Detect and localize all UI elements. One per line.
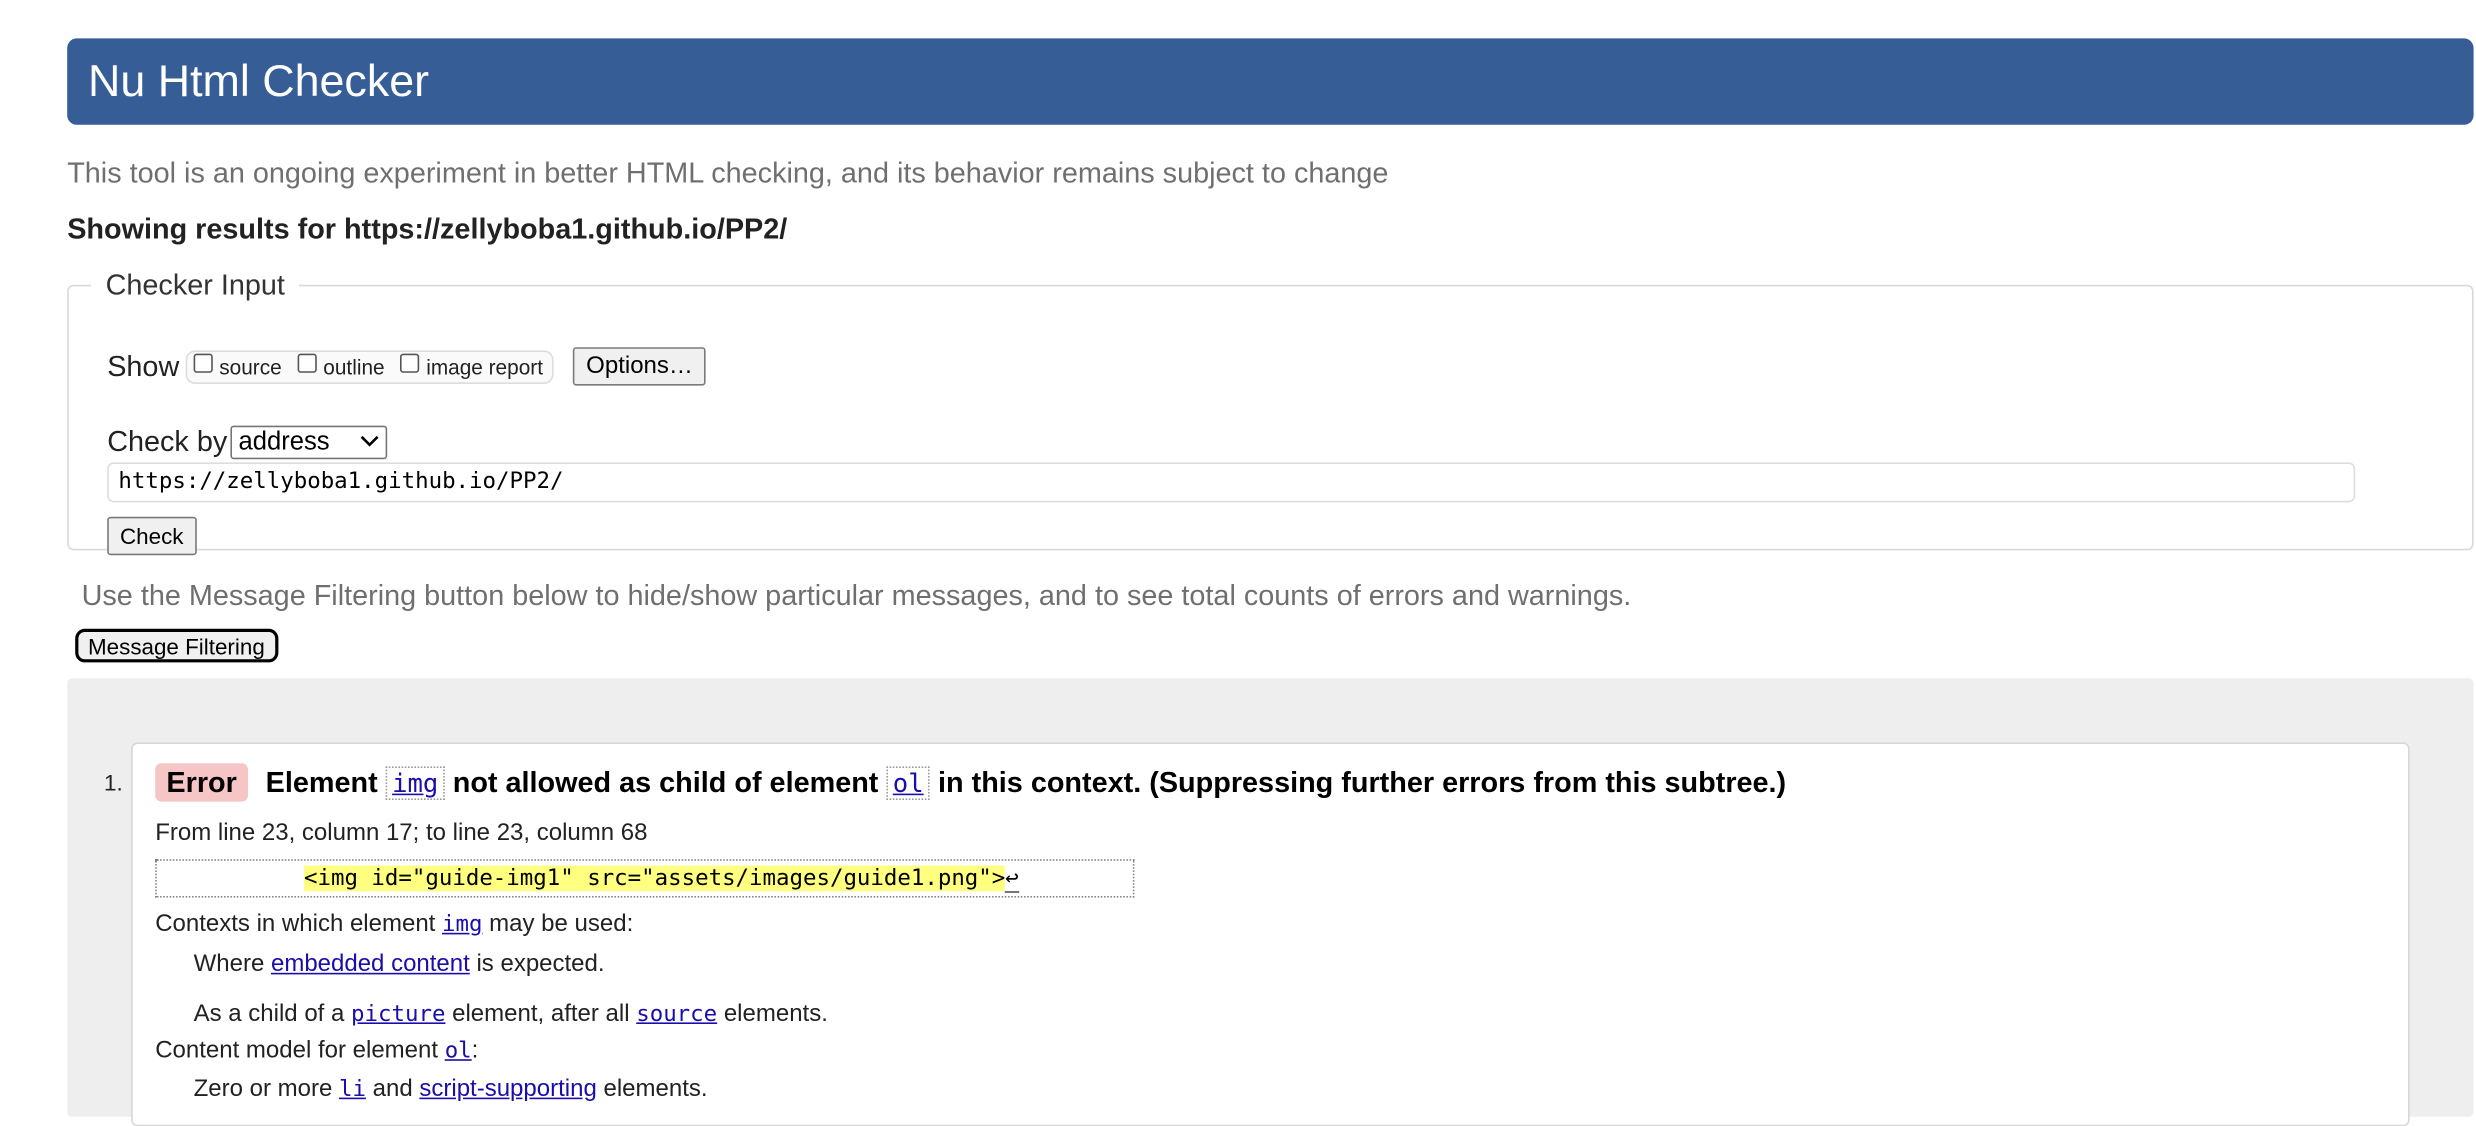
embedded-content-link[interactable]: embedded content [271, 950, 470, 977]
checkbox-label: outline [323, 354, 385, 379]
source-link[interactable]: source [636, 1002, 717, 1028]
check-button[interactable]: Check [107, 516, 197, 556]
li-link[interactable]: li [339, 1077, 366, 1103]
model-element-link[interactable]: ol [445, 1038, 472, 1064]
element-ol-link[interactable]: ol [886, 765, 931, 800]
check-by-row: Check by address [107, 425, 388, 460]
content-model-heading: Content model for element ol: [155, 1037, 478, 1064]
script-supporting-link[interactable]: script-supporting [419, 1075, 596, 1102]
url-input[interactable]: https://zellyboba1.github.io/PP2/ [107, 462, 2356, 503]
error-message: Error Element img not allowed as child o… [131, 742, 2410, 1126]
error-badge: Error [155, 763, 249, 802]
model-prefix: Content model for element [155, 1036, 439, 1064]
results-panel: 1. Error Element img not allowed as chil… [67, 678, 2474, 1126]
model-item-suffix: elements. [603, 1075, 708, 1103]
show-outline-checkbox[interactable]: outline [297, 353, 385, 379]
message-text: Element [265, 765, 378, 798]
code-extract-highlight: <img id="guide-img1" src="assets/images/… [304, 865, 1006, 892]
options-button[interactable]: Options… [573, 347, 706, 386]
context-suffix: elements. [723, 1000, 828, 1028]
checker-input-fieldset: Checker Input Show source outline image … [67, 268, 2474, 556]
showing-url: https://zellyboba1.github.io/PP2/ [344, 212, 788, 245]
context-item: Where embedded content is expected. [194, 950, 605, 977]
checkbox-box[interactable] [193, 353, 213, 373]
page-title: Nu Html Checker [67, 38, 2474, 125]
checker-input-legend: Checker Input [105, 268, 285, 301]
contexts-heading: Contexts in which element img may be use… [155, 910, 633, 937]
message-text: in this context. (Suppressing further er… [938, 765, 1787, 798]
subtitle-text: This tool is an ongoing experiment in be… [67, 156, 1389, 189]
message-heading: Error Element img not allowed as child o… [155, 763, 1787, 802]
check-by-value: address [238, 428, 330, 456]
checkbox-label: image report [426, 354, 543, 379]
context-item: As a child of a picture element, after a… [194, 1000, 828, 1027]
show-source-checkbox[interactable]: source [193, 353, 282, 379]
line-feed-icon: ↩ [1005, 865, 1019, 893]
check-by-select[interactable]: address [230, 425, 388, 460]
model-item-mid: and [372, 1075, 413, 1103]
chevron-down-icon [360, 429, 379, 459]
context-prefix: As a child of a [193, 1000, 345, 1028]
checkbox-box[interactable] [297, 353, 317, 373]
showing-prefix: Showing results for [67, 212, 337, 245]
code-extract: <img id="guide-img1" src="assets/images/… [155, 859, 1135, 898]
context-mid: element, after all [452, 1000, 630, 1028]
checkbox-label: source [219, 354, 282, 379]
model-item-prefix: Zero or more [193, 1075, 333, 1103]
showing-results: Showing results for https://zellyboba1.g… [67, 213, 787, 247]
model-colon: : [471, 1036, 479, 1064]
contexts-element-link[interactable]: img [442, 912, 482, 938]
element-img-link[interactable]: img [385, 765, 445, 800]
contexts-suffix: may be used: [489, 910, 634, 938]
content-model-item: Zero or more li and script-supporting el… [194, 1075, 708, 1102]
checkbox-box[interactable] [400, 353, 420, 373]
show-options-group: source outline image report [185, 349, 555, 384]
show-image-report-checkbox[interactable]: image report [400, 353, 543, 379]
show-row: Show source outline image report Options… [107, 347, 706, 386]
message-text: not allowed as child of element [452, 765, 879, 798]
context-suffix: is expected. [476, 950, 605, 978]
filter-note: Use the Message Filtering button below t… [81, 579, 1632, 612]
message-number: 1. [104, 769, 123, 796]
check-by-label: Check by [107, 425, 228, 458]
context-prefix: Where [193, 950, 265, 978]
message-filtering-button[interactable]: Message Filtering [75, 628, 278, 663]
show-label: Show [107, 349, 180, 382]
contexts-prefix: Contexts in which element [155, 910, 436, 938]
picture-link[interactable]: picture [351, 1002, 445, 1028]
location-text: From line 23, column 17; to line 23, col… [155, 819, 648, 847]
